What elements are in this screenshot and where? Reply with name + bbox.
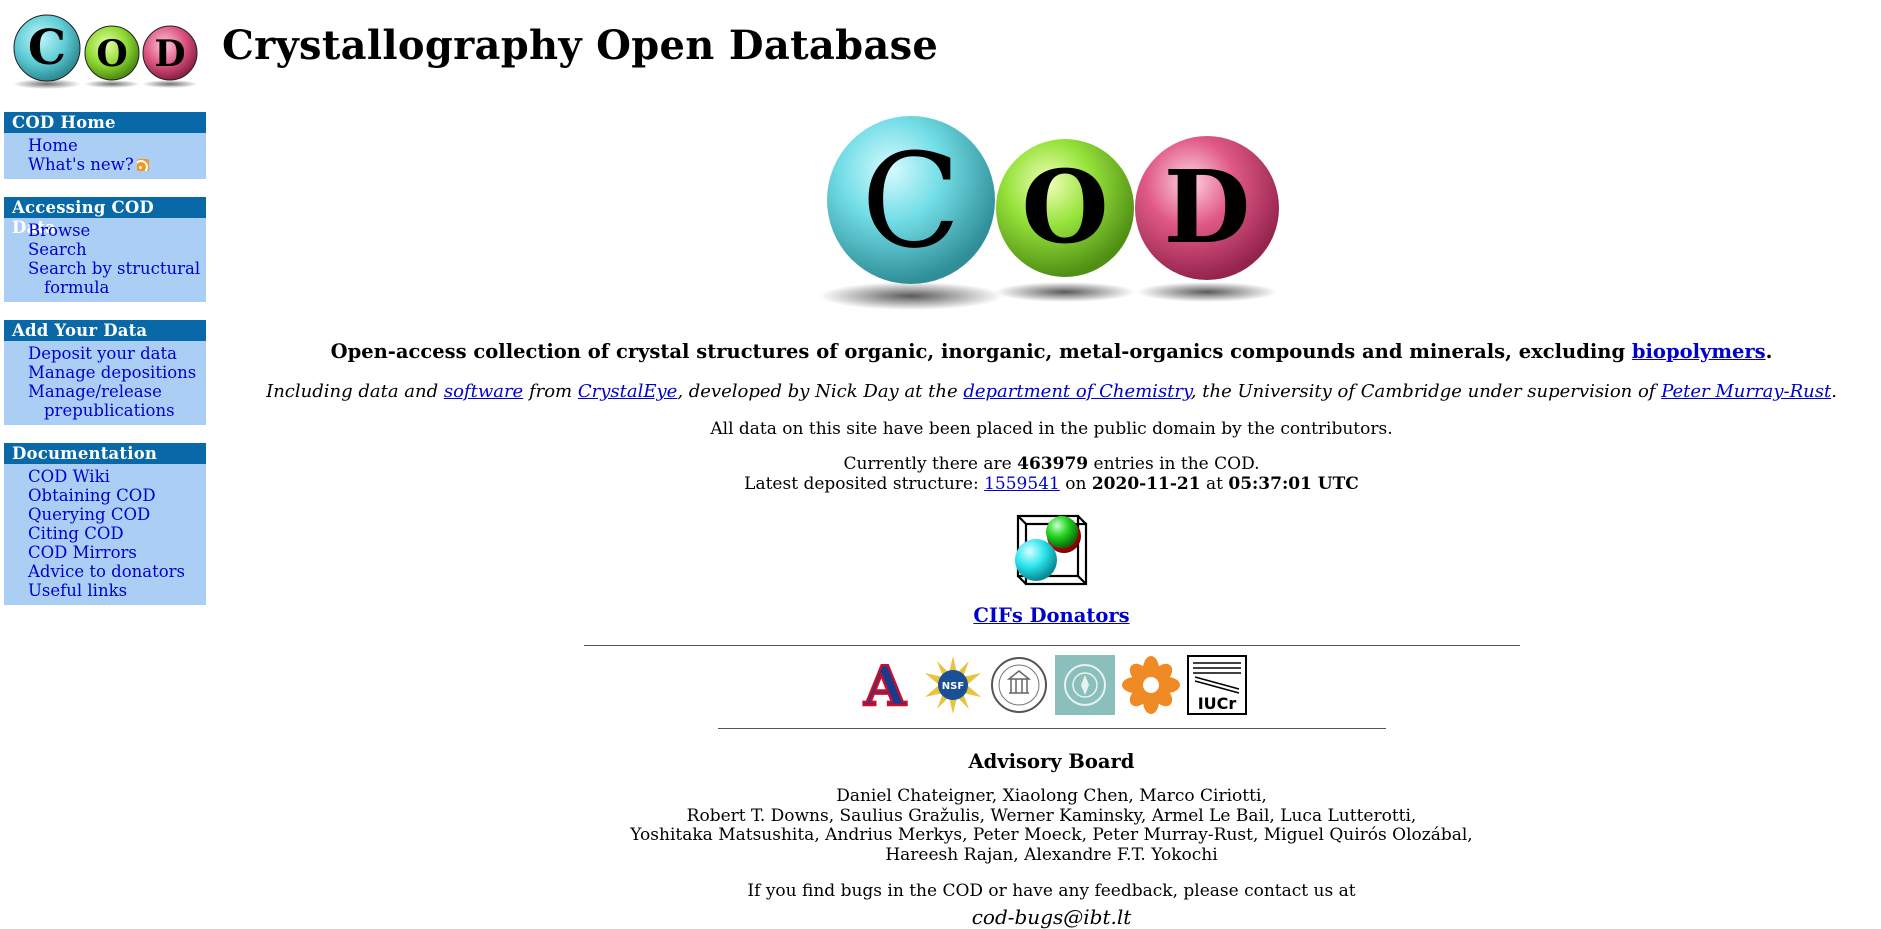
nav-item-home[interactable]: Home (28, 136, 78, 155)
murray-rust-link[interactable]: Peter Murray-Rust (1661, 381, 1831, 402)
nav-item-cod-wiki[interactable]: COD Wiki (28, 467, 110, 486)
advisory-board-members: Daniel Chateigner, Xiaolong Chen, Marco … (222, 786, 1881, 865)
svg-text:NSF: NSF (941, 681, 963, 692)
tagline-end: . (1765, 340, 1773, 363)
nav-section-title: Accessing COD Data (4, 197, 206, 237)
site-title: Crystallography Open Database (222, 22, 939, 69)
stats-text: entries in the COD. (1088, 454, 1260, 474)
main-content: C O D Open-access collection of crystal … (222, 96, 1881, 929)
nav-section-documentation: Documentation COD Wiki Obtaining COD Que… (4, 443, 206, 605)
nav-section-title: Add Your Data (4, 320, 206, 341)
divider (583, 645, 1520, 646)
nav-item-search-structural[interactable]: Search by structural formula (28, 259, 202, 297)
nav-section-add-data: Add Your Data Deposit your data Manage d… (4, 320, 206, 425)
board-line: Yoshitaka Matsushita, Andrius Merkys, Pe… (630, 825, 1473, 845)
board-line: Robert T. Downs, Saulius Gražulis, Werne… (686, 805, 1417, 826)
nav-section-title: Documentation (4, 443, 206, 464)
iucr-logo-icon[interactable]: IUCr (1186, 655, 1247, 715)
public-domain-notice: All data on this site have been placed i… (710, 419, 1393, 439)
board-line: Daniel Chateigner, Xiaolong Chen, Marco … (836, 786, 1267, 806)
stats-text: Currently there are (843, 454, 1018, 474)
contact-email: cod-bugs@ibt.lt (971, 905, 1132, 929)
nav-item-label-line2: prepublications (44, 401, 175, 420)
logo-letter-o: O (96, 33, 127, 75)
nav-item-useful-links[interactable]: Useful links (28, 581, 127, 600)
nav-section-accessing: Accessing COD Data Browse Search Search … (4, 197, 206, 302)
nav-list: COD Wiki Obtaining COD Querying COD Citi… (4, 464, 206, 605)
sponsor-logos: A NSF IUCr (222, 654, 1881, 716)
feedback-notice: If you find bugs in the COD or have any … (747, 881, 1356, 901)
credits-text: . (1831, 381, 1837, 402)
crystaleye-link[interactable]: CrystalEye (578, 381, 677, 402)
stats-text: on (1059, 474, 1092, 494)
svg-text:IUCr: IUCr (1197, 694, 1236, 713)
entry-count: 463979 (1017, 454, 1089, 474)
cifs-donators-heading: CIFs Donators (222, 604, 1881, 627)
nav-list: Browse Search Search by structural formul… (4, 218, 206, 302)
sidebar: COD Home Home What's new? Accessing COD … (4, 112, 206, 623)
academy-emblem-icon[interactable] (1054, 655, 1115, 715)
nsf-logo-icon[interactable]: NSF (923, 655, 983, 715)
nav-item-browse[interactable]: Browse (28, 221, 90, 240)
board-line: Hareesh Rajan, Alexandre F.T. Yokochi (885, 844, 1218, 865)
cod-hero-logo: C O D (818, 116, 1279, 310)
nav-item-obtaining-cod[interactable]: Obtaining COD (28, 486, 156, 505)
hero-letter-d: D (1163, 148, 1250, 266)
cifs-donators-link[interactable]: CIFs Donators (973, 604, 1129, 627)
nav-item-label-line2: formula (44, 278, 110, 297)
department-link[interactable]: department of Chemistry (963, 381, 1190, 402)
credits-text: , developed by Nick Day at the (677, 381, 964, 402)
credits-text: Including data and (266, 381, 444, 402)
hero-letter-c: C (861, 125, 960, 277)
nav-list: Home What's new? (4, 133, 206, 179)
nav-item-advice-donators[interactable]: Advice to donators (28, 562, 185, 581)
stats-text: Latest deposited structure: (744, 474, 985, 494)
nav-item-search[interactable]: Search (28, 240, 87, 259)
rss-feed-icon[interactable] (136, 159, 149, 171)
logo-letter-d: D (154, 33, 185, 75)
unit-cell-icon[interactable] (1012, 510, 1092, 586)
nav-item-querying-cod[interactable]: Querying COD (28, 505, 150, 524)
advisory-board-title: Advisory Board (968, 750, 1135, 773)
divider (717, 728, 1386, 729)
nav-section-title: COD Home (4, 112, 206, 133)
nav-item-manage-depositions[interactable]: Manage depositions (28, 363, 196, 382)
orange-flower-logo-icon[interactable] (1121, 655, 1181, 715)
credits-text: , the University of Cambridge under supe… (1190, 381, 1662, 402)
logo-letter-c: C (28, 20, 66, 76)
nav-item-cod-mirrors[interactable]: COD Mirrors (28, 543, 137, 562)
software-link[interactable]: software (444, 381, 523, 402)
nav-section-cod-home: COD Home Home What's new? (4, 112, 206, 179)
nav-item-citing-cod[interactable]: Citing COD (28, 524, 124, 543)
credits-line: Including data and software from Crystal… (222, 381, 1881, 402)
latest-structure-link[interactable]: 1559541 (984, 474, 1060, 494)
database-stats: Currently there are 463979 entries in th… (222, 454, 1881, 494)
nav-list: Deposit your data Manage depositions Man… (4, 341, 206, 425)
tagline: Open-access collection of crystal struct… (222, 340, 1881, 363)
nav-item-manage-release[interactable]: Manage/release prepublications (28, 382, 202, 420)
biopolymers-link[interactable]: biopolymers (1632, 340, 1766, 363)
nav-item-label-line1: Manage/release (28, 382, 162, 401)
hero-letter-o: O (1021, 148, 1108, 266)
latest-time: 05:37:01 UTC (1228, 474, 1359, 494)
institution-seal-icon[interactable] (989, 655, 1049, 715)
nav-item-label-line1: Search by structural (28, 259, 201, 278)
nav-item-deposit[interactable]: Deposit your data (28, 344, 177, 363)
university-arizona-logo-icon[interactable]: A (857, 655, 917, 715)
credits-text: from (523, 381, 578, 402)
tagline-text: Open-access collection of crystal struct… (330, 340, 1626, 363)
svg-text:A: A (863, 655, 907, 715)
cod-logo[interactable]: C O D (10, 12, 200, 92)
latest-date: 2020-11-21 (1091, 474, 1201, 494)
stats-text: at (1200, 474, 1229, 494)
nav-item-whats-new[interactable]: What's new? (28, 155, 134, 174)
